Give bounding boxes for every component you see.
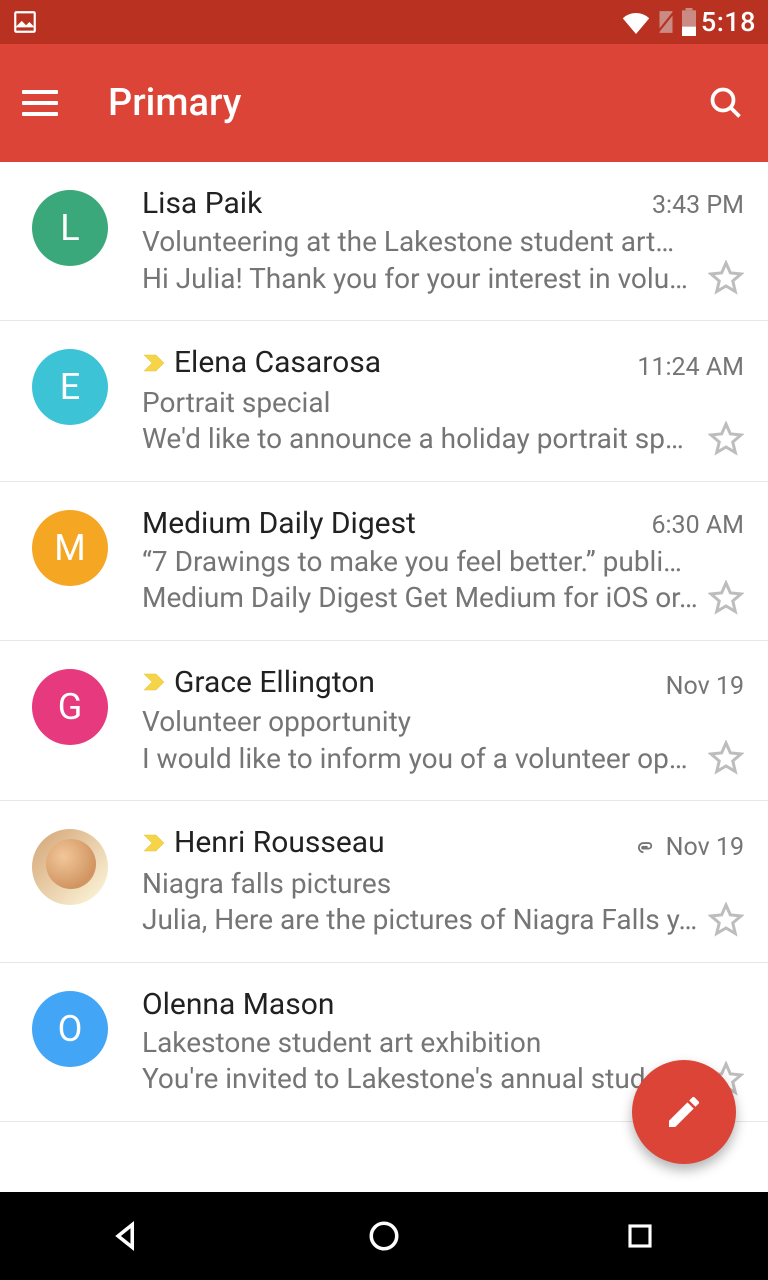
subject: Portrait special	[142, 386, 744, 419]
email-list: L Lisa Paik 3:43 PM Volunteering at the Lak…	[0, 162, 768, 1122]
back-button[interactable]	[108, 1216, 148, 1256]
navigation-bar	[0, 1192, 768, 1280]
avatar[interactable]: L	[32, 190, 108, 266]
sender-name: Olenna Mason	[142, 987, 334, 1022]
snippet: We'd like to announce a holiday portrait…	[142, 422, 698, 455]
search-button[interactable]	[706, 83, 746, 123]
status-left	[12, 9, 38, 35]
no-sim-icon	[655, 9, 677, 35]
timestamp: Nov 19	[666, 833, 744, 862]
star-button[interactable]	[708, 740, 744, 776]
page-title: Primary	[108, 81, 706, 125]
star-button[interactable]	[708, 902, 744, 938]
status-right: 5:18	[621, 6, 756, 38]
star-button[interactable]	[708, 260, 744, 296]
sender-name: Grace Ellington	[174, 665, 375, 700]
avatar[interactable]: G	[32, 669, 108, 745]
search-icon	[708, 85, 744, 121]
email-item[interactable]: G Grace Ellington Nov 19 Volunteer opportun…	[0, 641, 768, 802]
email-content: Grace Ellington Nov 19 Volunteer opportuni…	[142, 665, 744, 777]
snippet: Hi Julia! Thank you for your interest in…	[142, 262, 698, 295]
snippet: I would like to inform you of a voluntee…	[142, 742, 698, 775]
avatar[interactable]: M	[32, 510, 108, 586]
email-content: Medium Daily Digest 6:30 AM “7 Drawings to…	[142, 506, 744, 616]
avatar[interactable]: O	[32, 991, 108, 1067]
avatar[interactable]	[32, 829, 108, 905]
timestamp: 11:24 AM	[637, 353, 744, 382]
star-button[interactable]	[708, 421, 744, 457]
star-button[interactable]	[708, 580, 744, 616]
email-item[interactable]: Henri Rousseau Nov 19 Niagra falls picture…	[0, 801, 768, 963]
snippet: Medium Daily Digest Get Medium for iOS o…	[142, 581, 698, 614]
sender-name: Henri Rousseau	[174, 825, 385, 860]
email-content: Lisa Paik 3:43 PM Volunteering at the Lake…	[142, 186, 744, 296]
timestamp: Nov 19	[666, 672, 744, 701]
app-bar: Primary	[0, 44, 768, 162]
attachment-icon	[626, 833, 656, 863]
battery-icon	[681, 8, 697, 36]
avatar[interactable]: E	[32, 349, 108, 425]
snippet: Julia, Here are the pictures of Niagra F…	[142, 903, 698, 936]
email-item[interactable]: M Medium Daily Digest 6:30 AM “7 Drawings t…	[0, 482, 768, 641]
important-icon[interactable]	[142, 831, 166, 855]
menu-button[interactable]	[22, 90, 58, 116]
email-item[interactable]: L Lisa Paik 3:43 PM Volunteering at the Lak…	[0, 162, 768, 321]
email-content: Elena Casarosa 11:24 AM Portrait specialWe…	[142, 345, 744, 457]
back-icon	[111, 1219, 145, 1253]
home-button[interactable]	[364, 1216, 404, 1256]
subject: Lakestone student art exhibition	[142, 1026, 744, 1059]
timestamp: 6:30 AM	[651, 511, 744, 540]
sender-name: Elena Casarosa	[174, 345, 381, 380]
subject: “7 Drawings to make you feel better.” pu…	[142, 545, 744, 578]
important-icon[interactable]	[142, 351, 166, 375]
email-item[interactable]: E Elena Casarosa 11:24 AM Portrait specialW…	[0, 321, 768, 482]
recents-icon	[625, 1221, 655, 1251]
wifi-icon	[621, 10, 651, 34]
email-content: Henri Rousseau Nov 19 Niagra falls picture…	[142, 825, 744, 938]
important-icon[interactable]	[142, 670, 166, 694]
subject: Volunteer opportunity	[142, 705, 744, 738]
snippet: You're invited to Lakestone's annual stu…	[142, 1062, 698, 1095]
timestamp: 3:43 PM	[652, 191, 744, 220]
pencil-icon	[664, 1092, 704, 1132]
home-icon	[367, 1219, 401, 1253]
recents-button[interactable]	[620, 1216, 660, 1256]
image-icon	[12, 9, 38, 35]
compose-button[interactable]	[632, 1060, 736, 1164]
subject: Volunteering at the Lakestone student ar…	[142, 225, 744, 258]
status-bar: 5:18	[0, 0, 768, 44]
status-time: 5:18	[701, 6, 756, 38]
sender-name: Medium Daily Digest	[142, 506, 416, 541]
sender-name: Lisa Paik	[142, 186, 262, 221]
subject: Niagra falls pictures	[142, 867, 744, 900]
